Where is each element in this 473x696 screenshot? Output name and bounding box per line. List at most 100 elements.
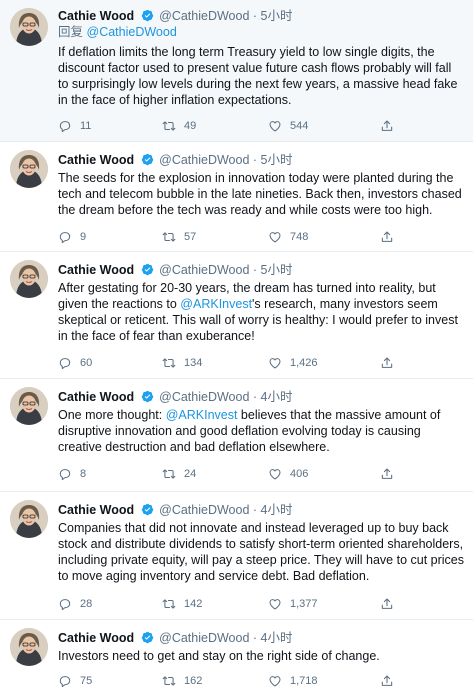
tweet-actions: 75 162 1,718: [58, 672, 473, 690]
retweet-button[interactable]: 24: [162, 465, 196, 483]
author-handle[interactable]: @CathieDWood: [159, 390, 249, 404]
verified-badge-icon: [141, 9, 154, 22]
reply-count: 28: [80, 598, 93, 610]
reply-icon: [58, 230, 72, 244]
avatar[interactable]: [10, 500, 48, 538]
like-button[interactable]: 406: [268, 465, 308, 483]
retweet-icon: [162, 674, 176, 688]
reply-button[interactable]: 11: [58, 117, 91, 135]
share-icon: [380, 597, 394, 611]
author-handle[interactable]: @CathieDWood: [159, 631, 249, 645]
reply-icon: [58, 674, 72, 688]
author-handle[interactable]: @CathieDWood: [159, 9, 249, 23]
tweet-text: Investors need to get and stay on the ri…: [58, 649, 380, 663]
tweet-header: Cathie Wood @CathieDWood · 4小时: [58, 379, 465, 405]
share-button[interactable]: [380, 465, 394, 483]
separator-dot: ·: [252, 263, 258, 277]
avatar[interactable]: [10, 387, 48, 425]
like-button[interactable]: 1,718: [268, 672, 318, 690]
share-button[interactable]: [380, 228, 394, 246]
author-handle[interactable]: @CathieDWood: [159, 153, 249, 167]
like-button[interactable]: 1,377: [268, 595, 318, 613]
mention-link[interactable]: @ARKInvest: [166, 408, 238, 422]
heart-icon: [268, 467, 282, 481]
share-button[interactable]: [380, 354, 394, 372]
tweet[interactable]: Cathie Wood @CathieDWood · 5小时 回复 @Cathi…: [0, 0, 473, 142]
timestamp[interactable]: 5小时: [261, 263, 293, 277]
author-name[interactable]: Cathie Wood: [58, 390, 134, 404]
retweet-icon: [162, 597, 176, 611]
like-count: 748: [290, 231, 309, 243]
tweet-text: Companies that did not innovate and inst…: [58, 521, 464, 583]
like-button[interactable]: 544: [268, 117, 308, 135]
retweet-button[interactable]: 142: [162, 595, 202, 613]
retweet-count: 24: [184, 468, 197, 480]
like-button[interactable]: 1,426: [268, 354, 318, 372]
author-name[interactable]: Cathie Wood: [58, 9, 134, 23]
timestamp[interactable]: 4小时: [261, 631, 293, 645]
share-button[interactable]: [380, 117, 394, 135]
tweet[interactable]: Cathie Wood @CathieDWood · 4小时 Investors…: [0, 620, 473, 696]
verified-badge-icon: [141, 631, 154, 644]
author-name[interactable]: Cathie Wood: [58, 263, 134, 277]
reply-count: 75: [80, 675, 93, 687]
separator-dot: ·: [252, 390, 258, 404]
timestamp[interactable]: 4小时: [261, 503, 293, 517]
tweet-feed: Cathie Wood @CathieDWood · 5小时 回复 @Cathi…: [0, 0, 473, 696]
retweet-icon: [162, 230, 176, 244]
share-button[interactable]: [380, 672, 394, 690]
like-count: 406: [290, 468, 309, 480]
tweet-actions: 11 49 544: [58, 117, 473, 135]
tweet[interactable]: Cathie Wood @CathieDWood · 5小时 The seeds…: [0, 142, 473, 252]
tweet-actions: 9 57 748: [58, 228, 473, 246]
share-icon: [380, 356, 394, 370]
separator-dot: ·: [252, 153, 258, 167]
timestamp[interactable]: 5小时: [261, 153, 293, 167]
reply-button[interactable]: 8: [58, 465, 86, 483]
tweet[interactable]: Cathie Wood @CathieDWood · 4小时 One more …: [0, 379, 473, 492]
reply-button[interactable]: 28: [58, 595, 92, 613]
mention-link[interactable]: @ARKInvest: [180, 297, 252, 311]
retweet-button[interactable]: 57: [162, 228, 196, 246]
like-button[interactable]: 748: [268, 228, 308, 246]
text-part: One more thought:: [58, 408, 166, 422]
share-button[interactable]: [380, 595, 394, 613]
tweet-header: Cathie Wood @CathieDWood · 5小时: [58, 0, 465, 24]
replying-to-mention[interactable]: @CathieDWood: [87, 25, 177, 39]
verified-badge-icon: [141, 503, 154, 516]
retweet-button[interactable]: 162: [162, 672, 202, 690]
author-name[interactable]: Cathie Wood: [58, 153, 134, 167]
retweet-icon: [162, 356, 176, 370]
tweet-text: The seeds for the explosion in innovatio…: [58, 171, 462, 217]
heart-icon: [268, 230, 282, 244]
like-count: 1,426: [290, 357, 318, 369]
reply-button[interactable]: 60: [58, 354, 92, 372]
timestamp[interactable]: 5小时: [261, 9, 293, 23]
retweet-count: 49: [184, 120, 197, 132]
replying-to: 回复 @CathieDWood: [58, 24, 465, 40]
verified-badge-icon: [141, 263, 154, 276]
reply-button[interactable]: 9: [58, 228, 86, 246]
avatar[interactable]: [10, 150, 48, 188]
tweet-actions: 60 134 1,426: [58, 354, 473, 372]
author-name[interactable]: Cathie Wood: [58, 631, 134, 645]
avatar[interactable]: [10, 260, 48, 298]
avatar[interactable]: [10, 8, 48, 46]
tweet-actions: 8 24 406: [58, 465, 473, 483]
retweet-button[interactable]: 134: [162, 354, 202, 372]
reply-button[interactable]: 75: [58, 672, 92, 690]
avatar[interactable]: [10, 628, 48, 666]
retweet-count: 142: [184, 598, 203, 610]
tweet[interactable]: Cathie Wood @CathieDWood · 5小时 After ges…: [0, 252, 473, 379]
retweet-icon: [162, 119, 176, 133]
tweet-text: One more thought: @ARKInvest believes th…: [58, 407, 465, 455]
author-handle[interactable]: @CathieDWood: [159, 263, 249, 277]
author-name[interactable]: Cathie Wood: [58, 503, 134, 517]
reply-icon: [58, 356, 72, 370]
tweet[interactable]: Cathie Wood @CathieDWood · 4小时 Companies…: [0, 492, 473, 620]
timestamp[interactable]: 4小时: [261, 390, 293, 404]
tweet-text: After gestating for 20-30 years, the dre…: [58, 280, 465, 344]
reply-count: 60: [80, 357, 93, 369]
author-handle[interactable]: @CathieDWood: [159, 503, 249, 517]
retweet-button[interactable]: 49: [162, 117, 196, 135]
